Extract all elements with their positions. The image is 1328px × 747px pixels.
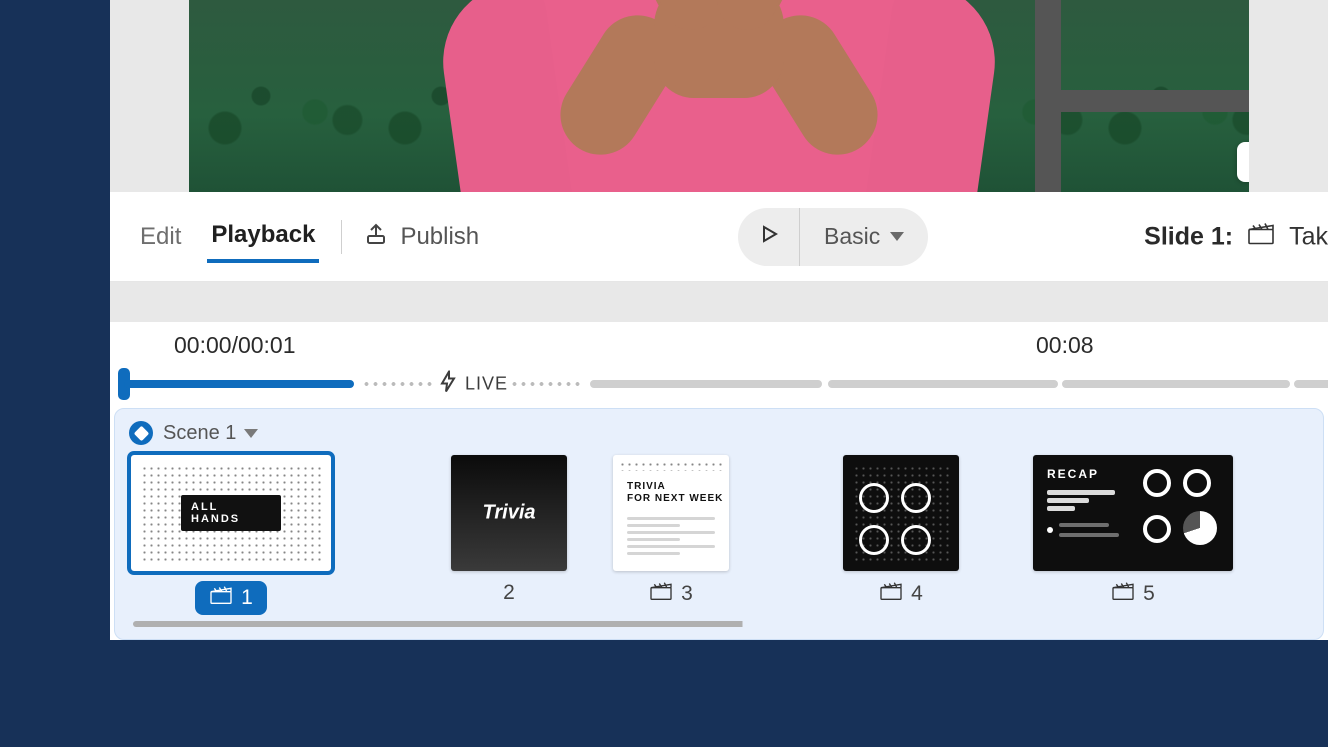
slide-thumbnail[interactable] [843, 455, 959, 571]
timeline-segment[interactable] [1294, 380, 1328, 388]
video-preview[interactable] [189, 0, 1249, 192]
thumb-chart-ring [901, 525, 931, 555]
thumb-title: TRIVIA FOR NEXT WEEK [627, 481, 723, 505]
slide-index: 2 [503, 581, 515, 605]
preview-presenter [459, 0, 979, 192]
thumb-caption: ALL HANDS [181, 495, 281, 531]
time-current: 00:00 [174, 332, 232, 359]
thumb-chart-ring [859, 483, 889, 513]
thumb-title: RECAP [1047, 467, 1099, 481]
scene-selector-label: Scene 1 [163, 422, 236, 445]
thumb-legend-line [1059, 533, 1119, 537]
slide-indicator: Slide 1: Tak [1144, 221, 1328, 252]
timeline-segment[interactable] [590, 380, 822, 388]
thumb-chart-ring [1183, 469, 1211, 497]
playback-toolbar: Edit Playback Publish Basic Slide [110, 192, 1328, 282]
preview-side-chip[interactable] [1237, 142, 1249, 182]
thumb-chart-ring [1143, 469, 1171, 497]
thumb-legend-dot [1047, 527, 1053, 533]
publish-button[interactable]: Publish [364, 222, 479, 251]
live-indicator: LIVE [439, 371, 508, 398]
tab-playback[interactable]: Playback [207, 211, 319, 263]
slide-index: 5 [1111, 581, 1155, 607]
slide-thumbnail[interactable]: RECAP [1033, 455, 1233, 571]
clapperboard-icon [1111, 581, 1135, 607]
time-duration: 00:01 [238, 332, 296, 359]
time-marker-right: 00:08 [1036, 332, 1094, 359]
slide-index-badge: 1 [195, 581, 267, 615]
slide-thumbnail[interactable]: TRIVIA FOR NEXT WEEK [613, 455, 729, 571]
slide-thumbnails: ALL HANDS 1 Trivia 2 [125, 451, 1313, 615]
toolbar-left: Edit Playback Publish [130, 211, 479, 263]
live-label: LIVE [465, 374, 508, 395]
slide-index: 3 [649, 581, 693, 607]
slide-thumb-5[interactable]: RECAP [1033, 455, 1233, 607]
timeline-track[interactable]: LIVE [110, 368, 1328, 400]
thumb-body-lines [627, 513, 715, 559]
clapperboard-icon [1247, 221, 1275, 252]
play-mode-pill: Basic [738, 208, 928, 266]
clapperboard-icon [209, 585, 233, 611]
slide-index-number: 5 [1143, 582, 1155, 606]
slide-index: 4 [879, 581, 923, 607]
play-mode-label: Basic [824, 223, 880, 250]
slide-index-number: 2 [503, 581, 515, 605]
tab-edit[interactable]: Edit [136, 213, 185, 261]
scene-strip: Scene 1 ALL HANDS 1 [114, 408, 1324, 640]
timeline-gap [362, 381, 436, 387]
slide-thumb-1[interactable]: ALL HANDS 1 [131, 455, 331, 615]
thumb-legend-line [1059, 523, 1109, 527]
thumb-chart-ring [1143, 515, 1171, 543]
clapperboard-icon [879, 581, 903, 607]
app-window: Edit Playback Publish Basic Slide [110, 0, 1328, 640]
slide-thumbnail[interactable]: ALL HANDS [131, 455, 331, 571]
timeline-segment[interactable] [1062, 380, 1290, 388]
slide-indicator-label: Slide 1: [1144, 222, 1233, 251]
clapperboard-icon [649, 581, 673, 607]
slide-index-number: 1 [241, 586, 253, 610]
slide-index-number: 3 [681, 582, 693, 606]
share-icon [364, 222, 388, 251]
toolbar-spacer [110, 282, 1328, 322]
thumb-chart-ring [859, 525, 889, 555]
preview-window-mullion [1035, 0, 1061, 192]
thumb-caption: Trivia [483, 502, 536, 525]
play-icon [757, 222, 781, 251]
slide-take-label: Tak [1289, 222, 1328, 251]
slide-thumbnail[interactable]: Trivia [451, 455, 567, 571]
scene-selector[interactable]: Scene 1 [125, 417, 1313, 451]
thumb-bars [1047, 487, 1115, 514]
timeline-gap [510, 381, 584, 387]
thumb-dots-bg [619, 461, 723, 471]
horizontal-scrollbar[interactable] [133, 621, 1305, 627]
timeline: 00:00 / 00:01 00:08 LIVE [110, 322, 1328, 640]
chevron-down-icon [244, 429, 258, 438]
preview-window-rail [1061, 90, 1249, 112]
slide-thumb-2[interactable]: Trivia 2 [451, 455, 567, 605]
timeline-segment-active[interactable] [124, 380, 354, 388]
play-mode-dropdown[interactable]: Basic [800, 208, 928, 266]
thumb-pie-chart [1183, 511, 1217, 545]
toolbar-divider [341, 220, 342, 254]
chevron-down-icon [890, 232, 904, 241]
thumb-chart-ring [901, 483, 931, 513]
publish-label: Publish [400, 223, 479, 251]
preview-area [110, 0, 1328, 192]
play-button[interactable] [738, 208, 800, 266]
timeline-segment[interactable] [828, 380, 1058, 388]
slide-thumb-3[interactable]: TRIVIA FOR NEXT WEEK 3 [613, 455, 729, 607]
scene-marker-icon [129, 421, 153, 445]
slide-thumb-4[interactable]: 4 [843, 455, 959, 607]
lightning-icon [439, 371, 457, 398]
time-row: 00:00 / 00:01 00:08 [110, 322, 1328, 368]
slide-index-number: 4 [911, 582, 923, 606]
